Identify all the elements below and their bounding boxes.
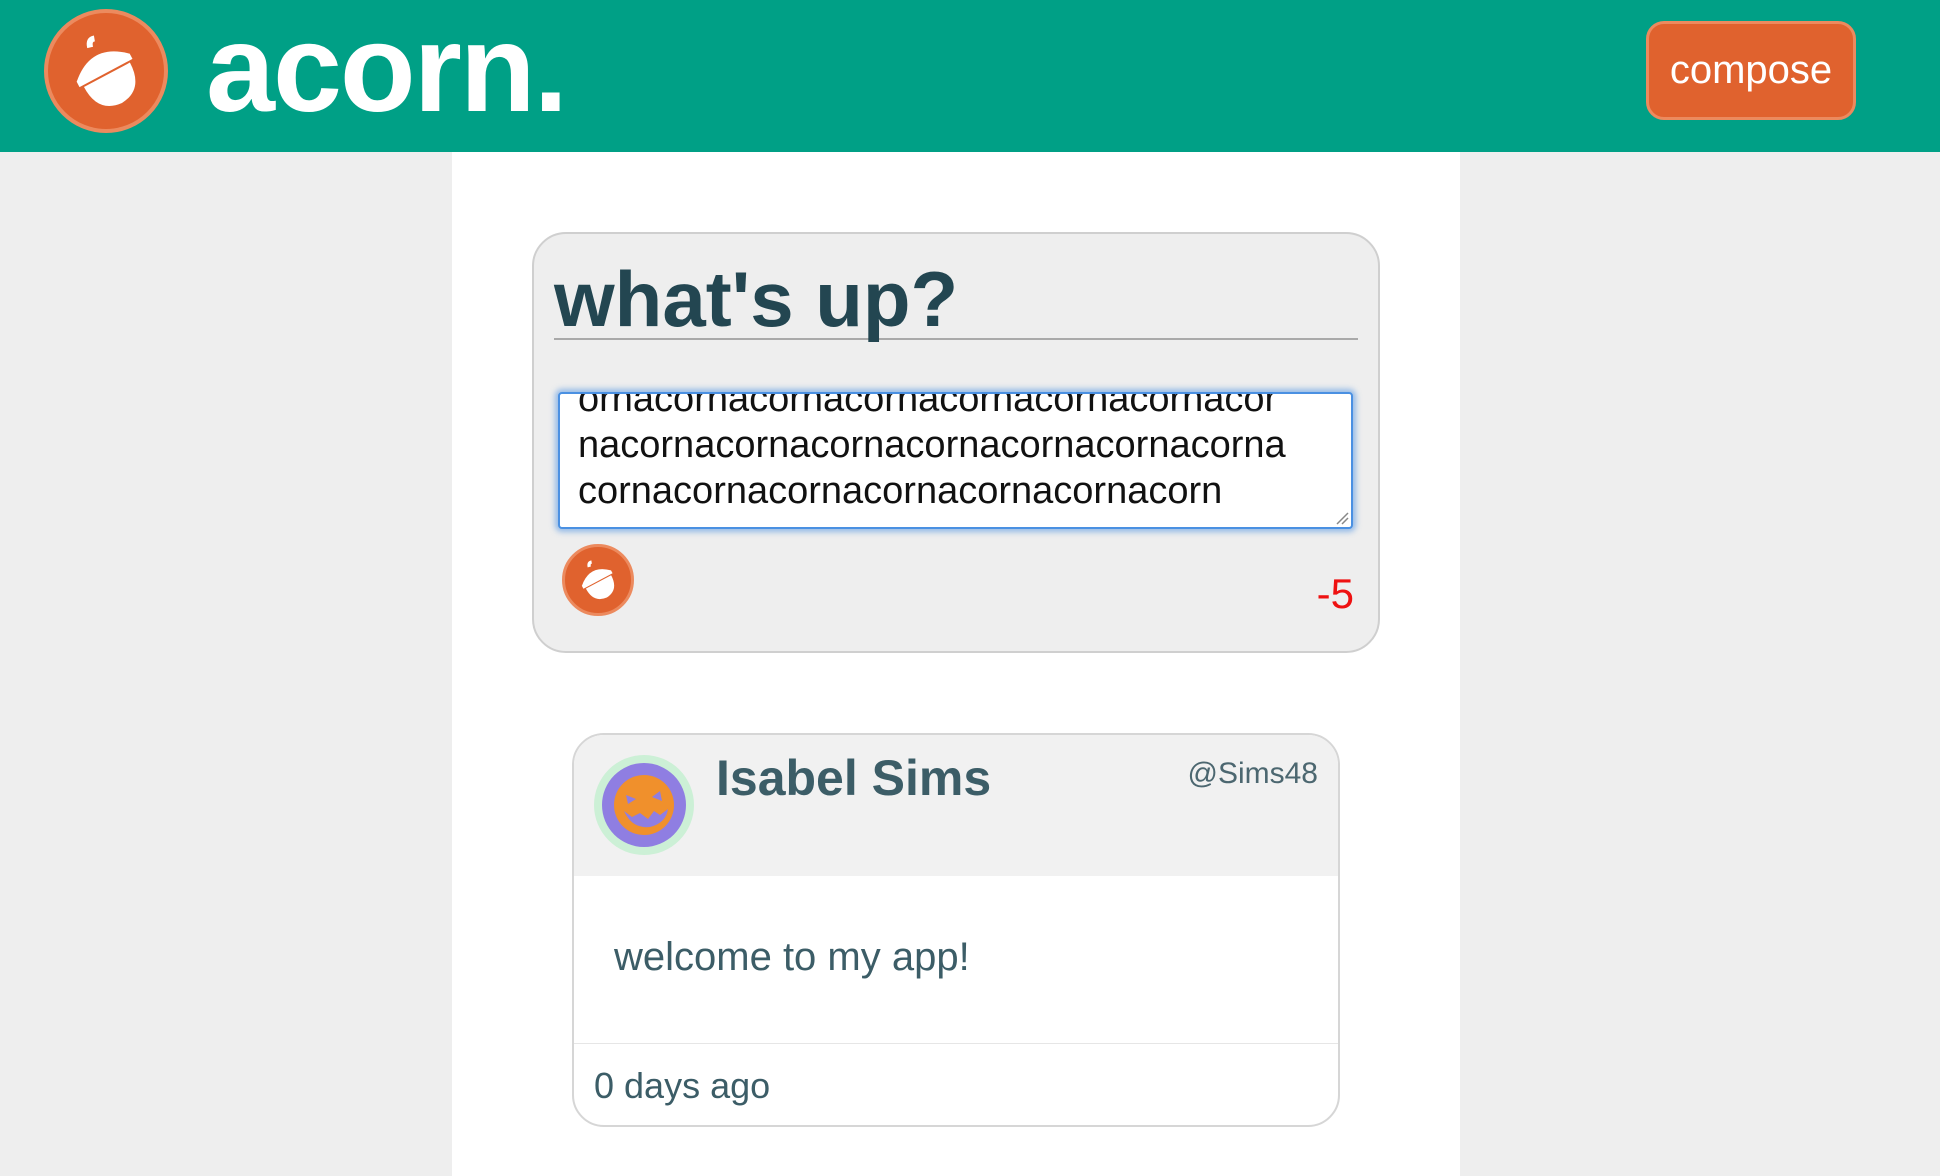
post-card: Isabel Sims @Sims48 welcome to my app! 0… — [572, 733, 1340, 1127]
compose-button[interactable]: compose — [1646, 21, 1856, 120]
post-timestamp: 0 days ago — [594, 1065, 771, 1106]
textarea-line: ornacornacornacornacornacornacornacor — [578, 392, 1278, 420]
acorn-icon — [581, 560, 615, 600]
brand-title[interactable]: acorn. — [206, 4, 568, 134]
textarea-line: cornacornacornacornacornacornacorn — [578, 470, 1223, 512]
top-bar: acorn. compose — [0, 0, 1940, 152]
post-author-handle[interactable]: @Sims48 — [1188, 757, 1319, 791]
post-acorn-button[interactable] — [562, 544, 634, 616]
compose-card: what's up? ornacornacornacornacornacorna… — [532, 232, 1380, 653]
avatar[interactable] — [594, 755, 694, 855]
post-divider — [574, 1043, 1338, 1044]
character-count: -5 — [1316, 570, 1354, 617]
post-author-name[interactable]: Isabel Sims — [716, 749, 991, 807]
textarea-content: ornacornacornacornacornacornacornacor na… — [578, 392, 1338, 514]
post-textarea[interactable]: ornacornacornacornacornacornacornacor na… — [558, 392, 1353, 529]
textarea-line: nacornacornacornacornacornacornacorna — [578, 424, 1286, 466]
post-body: welcome to my app! — [614, 935, 970, 979]
pumpkin-avatar-icon — [614, 775, 674, 835]
acorn-logo-icon[interactable] — [44, 9, 168, 133]
resize-grip-icon[interactable] — [1333, 509, 1349, 525]
post-header: Isabel Sims @Sims48 — [574, 735, 1338, 876]
compose-title: what's up? — [554, 260, 1358, 340]
